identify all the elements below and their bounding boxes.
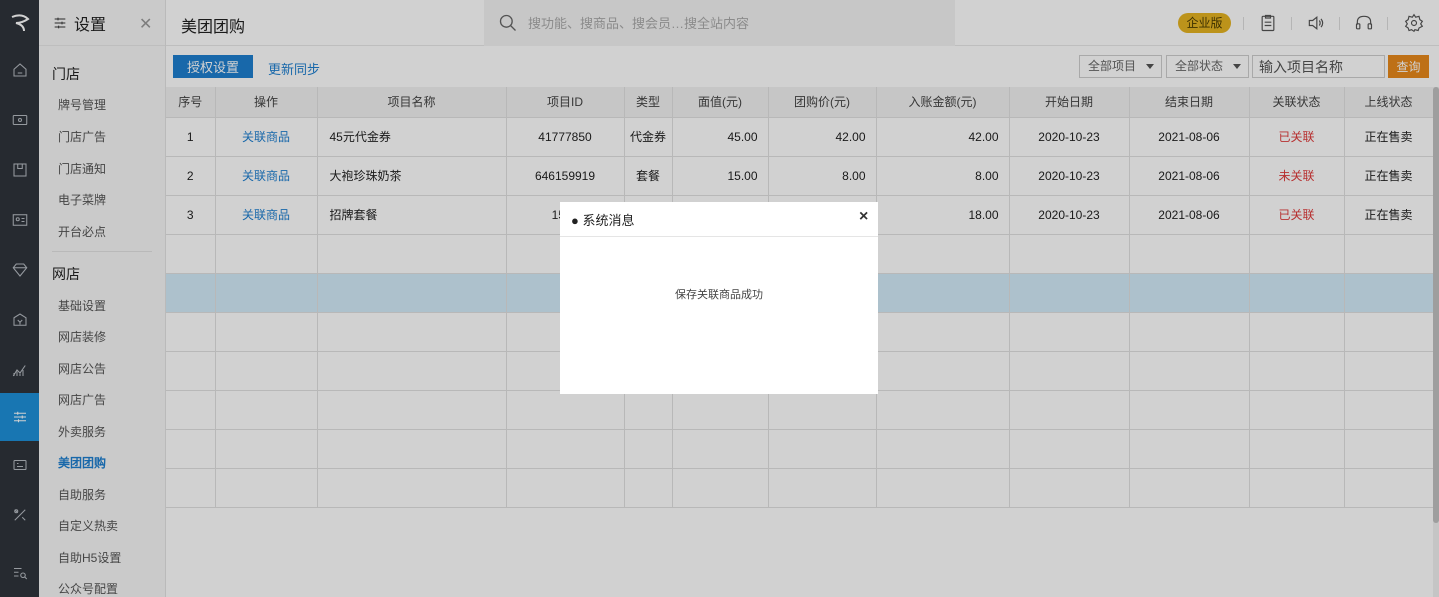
close-icon[interactable]: × <box>859 208 868 226</box>
system-message-dialog: ● 系统消息 × 保存关联商品成功 <box>560 202 878 394</box>
dialog-message: 保存关联商品成功 <box>675 289 763 301</box>
dialog-title: ● 系统消息 <box>571 213 635 228</box>
dialog-header: ● 系统消息 × <box>560 202 878 237</box>
